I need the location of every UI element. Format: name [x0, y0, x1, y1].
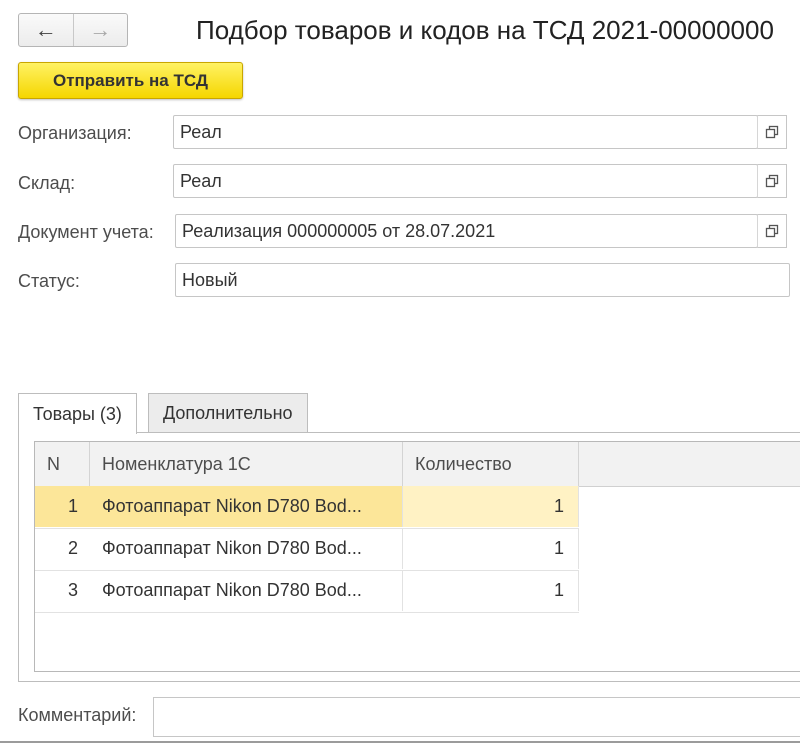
table-row[interactable]: 3 Фотоаппарат Nikon D780 Bod... 1 [35, 570, 579, 613]
document-field[interactable]: Реализация 000000005 от 28.07.2021 [175, 214, 758, 248]
send-to-tsd-button[interactable]: Отправить на ТСД [18, 62, 243, 99]
row-nomenclature: Фотоаппарат Nikon D780 Bod... [90, 528, 403, 569]
row-quantity: 1 [403, 486, 579, 527]
navigation-buttons: ← → [18, 13, 128, 47]
column-header-n[interactable]: N [35, 442, 90, 486]
row-nomenclature: Фотоаппарат Nikon D780 Bod... [90, 486, 403, 527]
warehouse-label: Склад: [18, 173, 76, 193]
column-header-quantity[interactable]: Количество [403, 442, 579, 486]
warehouse-field[interactable]: Реал [173, 164, 758, 198]
back-button[interactable]: ← [19, 14, 74, 46]
row-number: 1 [35, 486, 90, 527]
warehouse-open-button[interactable] [757, 164, 787, 198]
row-number: 3 [67, 580, 78, 600]
tab-additional[interactable]: Дополнительно [148, 393, 308, 433]
table-header: N Номенклатура 1С Количество [35, 442, 800, 487]
arrow-left-icon: ← [34, 17, 57, 42]
tab-goods[interactable]: Товары (3) [18, 393, 137, 434]
organization-label: Организация: [18, 123, 132, 143]
organization-field[interactable]: Реал [173, 115, 758, 149]
document-open-button[interactable] [757, 214, 787, 248]
open-form-icon [765, 174, 779, 188]
goods-table[interactable]: N Номенклатура 1С Количество 1 Фотоаппар… [34, 441, 800, 672]
column-header-nomenclature[interactable]: Номенклатура 1С [90, 442, 403, 486]
row-quantity: 1 [403, 528, 579, 569]
document-label: Документ учета: [18, 222, 154, 242]
open-form-icon [765, 125, 779, 139]
form-window: ← → Подбор товаров и кодов на ТСД 2021-0… [0, 0, 800, 743]
row-number: 2 [67, 538, 78, 558]
organization-open-button[interactable] [757, 115, 787, 149]
arrow-right-icon: → [89, 17, 112, 42]
row-quantity: 1 [403, 570, 579, 611]
page-title: Подбор товаров и кодов на ТСД 2021-00000… [196, 15, 774, 45]
status-field[interactable]: Новый [175, 263, 790, 297]
status-label: Статус: [18, 271, 80, 291]
row-nomenclature: Фотоаппарат Nikon D780 Bod... [90, 570, 403, 611]
forward-button[interactable]: → [74, 14, 128, 46]
open-form-icon [765, 224, 779, 238]
comment-label: Комментарий: [18, 705, 137, 725]
table-row[interactable]: 1 Фотоаппарат Nikon D780 Bod... 1 [35, 486, 579, 529]
comment-field[interactable] [153, 697, 800, 737]
table-row[interactable]: 2 Фотоаппарат Nikon D780 Bod... 1 [35, 528, 579, 571]
